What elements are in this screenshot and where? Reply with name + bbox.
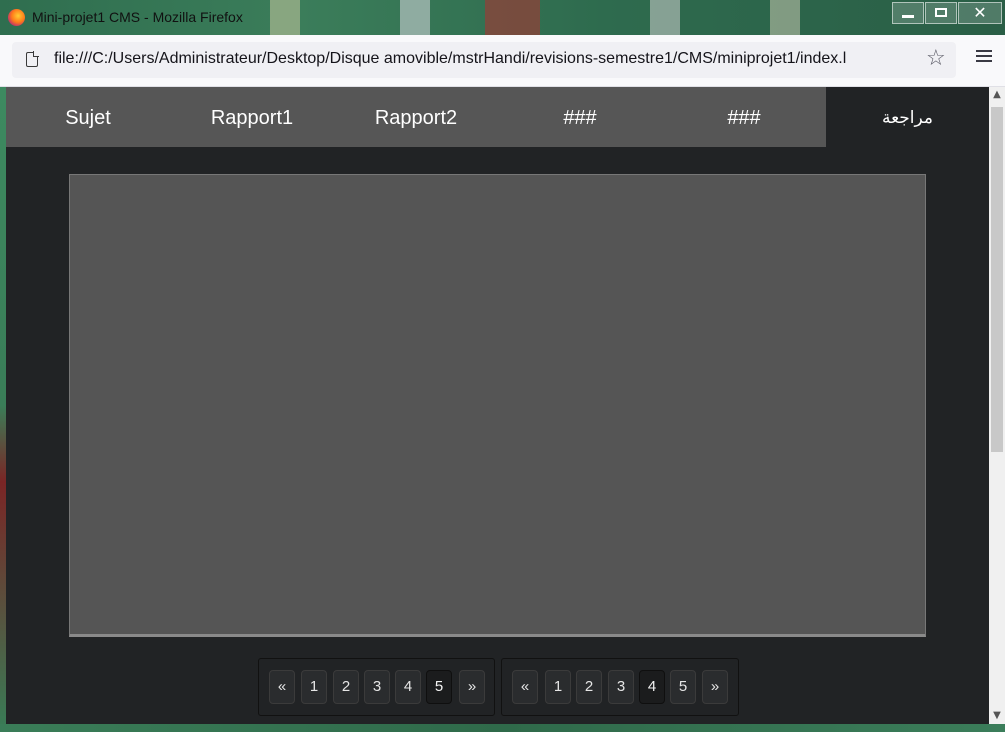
- pagination-prev-button[interactable]: «: [512, 670, 538, 704]
- nav-item-placeholder-2[interactable]: ###: [662, 87, 826, 147]
- close-icon: ✕: [973, 3, 987, 22]
- browser-window: Mini-projet1 CMS - Mozilla Firefox ✕ fil…: [0, 0, 1005, 732]
- scroll-up-icon[interactable]: ▲: [989, 87, 1005, 103]
- nav-item-rapport1[interactable]: Rapport1: [170, 87, 334, 147]
- nav-item-sujet[interactable]: Sujet: [6, 87, 170, 147]
- background-decoration: [770, 0, 800, 35]
- pagination-page-4[interactable]: 4: [395, 670, 421, 704]
- nav-item-placeholder-1[interactable]: ###: [498, 87, 662, 147]
- background-decoration: [650, 0, 680, 35]
- pagination-page-2[interactable]: 2: [576, 670, 602, 704]
- nav-item-revision[interactable]: مراجعة: [826, 87, 989, 147]
- pagination-next-button[interactable]: »: [459, 670, 485, 704]
- url-text[interactable]: file:///C:/Users/Administrateur/Desktop/…: [54, 50, 922, 68]
- pagination-page-3[interactable]: 3: [608, 670, 634, 704]
- background-decoration: [400, 0, 430, 35]
- minimize-icon: [902, 15, 914, 18]
- browser-toolbar: file:///C:/Users/Administrateur/Desktop/…: [0, 35, 1005, 87]
- pagination-left: « 1 2 3 4 5 »: [258, 658, 495, 716]
- vertical-scrollbar[interactable]: ▲ ▼: [989, 87, 1005, 724]
- hamburger-menu-icon[interactable]: [976, 50, 992, 62]
- nav-bar: Sujet Rapport1 Rapport2 ### ### مراجعة: [6, 87, 989, 147]
- close-button[interactable]: ✕: [958, 2, 1002, 24]
- nav-item-rapport2[interactable]: Rapport2: [334, 87, 498, 147]
- pagination-prev-button[interactable]: «: [269, 670, 295, 704]
- pagination-next-button[interactable]: »: [702, 670, 728, 704]
- address-bar[interactable]: file:///C:/Users/Administrateur/Desktop/…: [12, 42, 956, 78]
- pagination-page-3[interactable]: 3: [364, 670, 390, 704]
- pagination-page-2[interactable]: 2: [333, 670, 359, 704]
- pagination-page-4-current[interactable]: 4: [639, 670, 665, 704]
- background-decoration: [270, 0, 300, 35]
- pagination-page-1[interactable]: 1: [545, 670, 571, 704]
- pagination-page-5[interactable]: 5: [670, 670, 696, 704]
- window-border: [0, 724, 1005, 732]
- pagination-page-5-current[interactable]: 5: [426, 670, 452, 704]
- background-decoration: [485, 0, 540, 35]
- firefox-logo-icon: [8, 9, 25, 26]
- content-panel: [69, 174, 926, 637]
- minimize-button[interactable]: [892, 2, 924, 24]
- maximize-button[interactable]: [925, 2, 957, 24]
- page-icon: [26, 51, 39, 67]
- scrollbar-thumb[interactable]: [991, 107, 1003, 452]
- pagination-right: « 1 2 3 4 5 »: [501, 658, 739, 716]
- page-viewport: Sujet Rapport1 Rapport2 ### ### مراجعة «…: [6, 87, 989, 724]
- maximize-icon: [935, 8, 947, 17]
- window-title: Mini-projet1 CMS - Mozilla Firefox: [32, 9, 243, 25]
- title-bar: Mini-projet1 CMS - Mozilla Firefox ✕: [0, 0, 1005, 35]
- bookmark-star-icon[interactable]: ☆: [926, 47, 946, 71]
- pagination-page-1[interactable]: 1: [301, 670, 327, 704]
- scroll-down-icon[interactable]: ▼: [989, 708, 1005, 724]
